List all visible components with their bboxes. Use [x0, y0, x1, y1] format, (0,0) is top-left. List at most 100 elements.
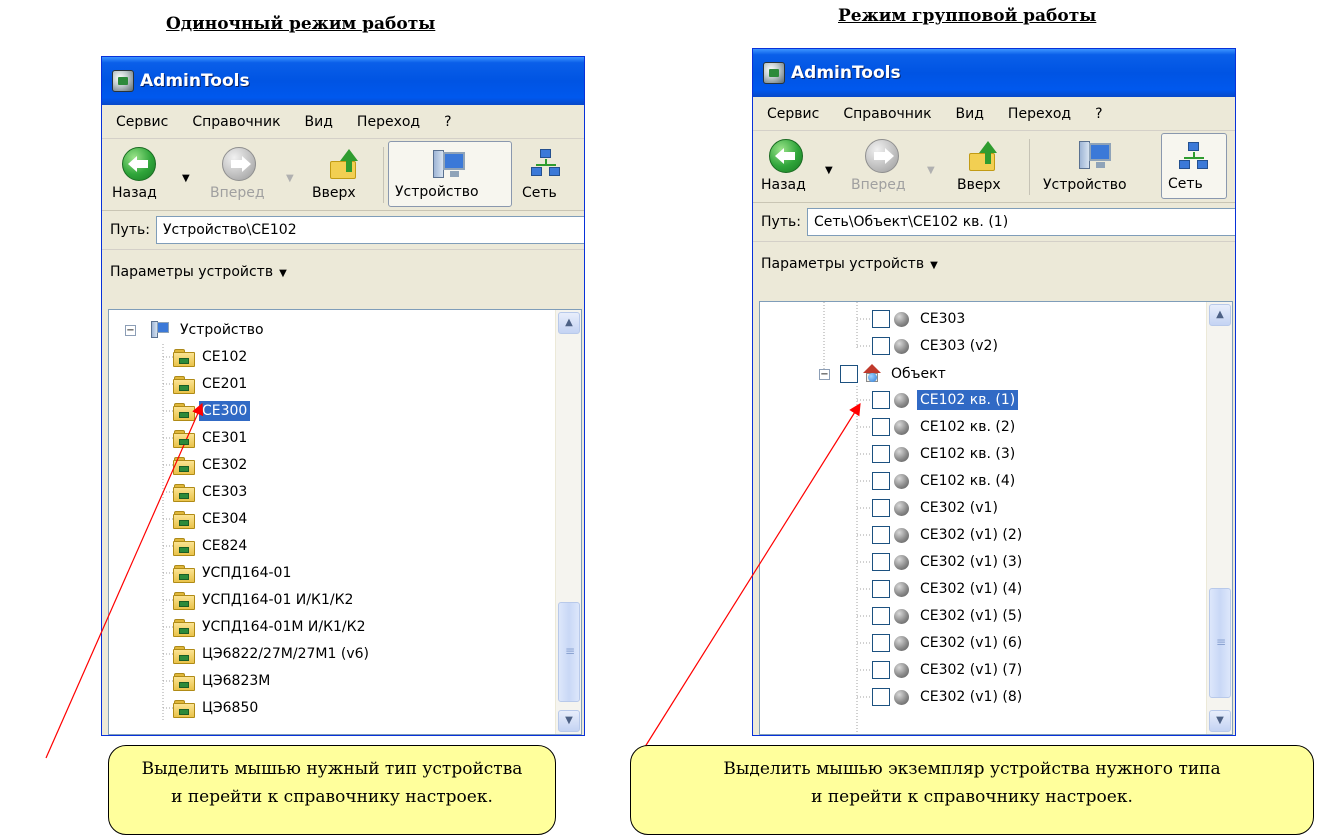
device-params-label: Параметры устройств: [761, 255, 925, 272]
tree-item[interactable]: CE302 (v1) (2): [872, 522, 1025, 548]
back-button[interactable]: Назад: [755, 133, 815, 199]
tree-item[interactable]: CE302 (v1) (4): [872, 576, 1025, 602]
scroll-down-icon[interactable]: ▼: [1209, 710, 1231, 732]
menu-go[interactable]: Переход: [1008, 106, 1071, 122]
menu-service[interactable]: Сервис: [767, 106, 819, 122]
item-checkbox[interactable]: [872, 634, 890, 652]
path-input[interactable]: Устройство\CE102: [155, 216, 584, 244]
tree-item[interactable]: CE102 кв. (3): [872, 441, 1018, 467]
network-button[interactable]: Сеть: [1161, 133, 1227, 199]
heading-group-mode: Режим групповой работы: [838, 6, 1097, 26]
tree-item[interactable]: ЦЭ6850: [173, 695, 261, 721]
tree-item-label: CE102 кв. (1): [917, 390, 1019, 410]
item-checkbox[interactable]: [872, 607, 890, 625]
collapse-icon[interactable]: −: [125, 325, 136, 336]
tree-item[interactable]: ЦЭ6823М: [173, 668, 273, 694]
item-checkbox[interactable]: [872, 445, 890, 463]
menu-view[interactable]: Вид: [305, 114, 333, 130]
menu-service[interactable]: Сервис: [116, 114, 168, 130]
item-checkbox[interactable]: [872, 580, 890, 598]
tree-item-label: CE302 (v1) (5): [920, 608, 1023, 624]
tree-item[interactable]: CE302 (v1) (3): [872, 549, 1025, 575]
scroll-down-icon[interactable]: ▼: [558, 710, 580, 732]
forward-dropdown-icon[interactable]: ▼: [286, 173, 294, 184]
item-checkbox[interactable]: [872, 499, 890, 517]
device-button[interactable]: Устройство: [388, 141, 512, 207]
path-label: Путь:: [110, 222, 150, 238]
tree-item[interactable]: CE102 кв. (1): [872, 387, 1019, 413]
device-params-dropdown[interactable]: Параметры устройств ▼: [110, 264, 287, 280]
tree-item[interactable]: CE201: [173, 371, 250, 397]
tree-item[interactable]: CE301: [173, 425, 250, 451]
device-button[interactable]: Устройство: [1037, 133, 1157, 199]
titlebar[interactable]: AdminTools: [753, 49, 1235, 97]
scrollbar[interactable]: ▲ ▼: [1206, 302, 1232, 734]
collapse-icon[interactable]: −: [819, 369, 830, 380]
forward-button[interactable]: Вперед: [845, 133, 915, 199]
up-button[interactable]: Вверх: [945, 133, 1021, 199]
item-checkbox[interactable]: [872, 337, 890, 355]
back-button[interactable]: Назад: [104, 141, 164, 207]
item-checkbox[interactable]: [872, 661, 890, 679]
device-status-icon: [894, 554, 909, 570]
menu-view[interactable]: Вид: [956, 106, 984, 122]
tree-item-label: CE102 кв. (2): [920, 419, 1016, 435]
menu-reference[interactable]: Справочник: [843, 106, 931, 122]
tree-item[interactable]: CE102 кв. (4): [872, 468, 1018, 494]
device-params-dropdown[interactable]: Параметры устройств ▼: [761, 256, 938, 272]
item-checkbox[interactable]: [872, 391, 890, 409]
tree-item[interactable]: CE102: [173, 344, 250, 370]
tree-item[interactable]: CE302 (v1) (6): [872, 630, 1025, 656]
back-dropdown-icon[interactable]: ▼: [825, 165, 833, 176]
tree-item[interactable]: CE303: [872, 306, 968, 332]
item-checkbox[interactable]: [872, 310, 890, 328]
scroll-thumb[interactable]: [1209, 588, 1231, 698]
tree-item[interactable]: CE302: [173, 452, 250, 478]
scroll-thumb[interactable]: [558, 602, 580, 702]
tree-item[interactable]: УСПД164-01М И/К1/К2: [173, 614, 369, 640]
tree-item[interactable]: CE300: [173, 398, 251, 424]
menu-help[interactable]: ?: [444, 114, 451, 130]
device-status-icon: [894, 689, 909, 705]
up-button[interactable]: Вверх: [306, 141, 382, 207]
tree-item[interactable]: CE302 (v1) (8): [872, 684, 1025, 710]
tree-item[interactable]: CE302 (v1) (5): [872, 603, 1025, 629]
tree-group-object[interactable]: Объект: [840, 361, 949, 387]
path-input[interactable]: Сеть\Объект\CE102 кв. (1): [806, 208, 1235, 236]
tree-item[interactable]: CE303: [173, 479, 250, 505]
tree-item[interactable]: УСПД164-01: [173, 560, 294, 586]
network-button[interactable]: Сеть: [516, 141, 580, 207]
tree-item-label: CE102: [202, 349, 248, 365]
titlebar[interactable]: AdminTools: [102, 57, 584, 105]
tree-item[interactable]: УСПД164-01 И/К1/К2: [173, 587, 356, 613]
back-dropdown-icon[interactable]: ▼: [182, 173, 190, 184]
item-checkbox[interactable]: [872, 553, 890, 571]
forward-button[interactable]: Вперед: [202, 141, 274, 207]
chevron-down-icon: ▼: [279, 267, 287, 279]
toolbar-separator: [1029, 139, 1030, 195]
scrollbar[interactable]: ▲ ▼: [555, 310, 581, 734]
tree-item[interactable]: ЦЭ6822/27М/27М1 (v6): [173, 641, 372, 667]
forward-arrow-icon: [222, 147, 256, 181]
item-checkbox[interactable]: [872, 472, 890, 490]
item-checkbox[interactable]: [872, 688, 890, 706]
tree-item[interactable]: CE102 кв. (2): [872, 414, 1018, 440]
tree-root-device[interactable]: Устройство: [149, 317, 267, 343]
tree-item[interactable]: CE304: [173, 506, 250, 532]
tree-item[interactable]: CE303 (v2): [872, 333, 1001, 359]
back-arrow-icon: [769, 139, 803, 173]
computer-icon: [1075, 139, 1115, 173]
menu-go[interactable]: Переход: [357, 114, 420, 130]
item-checkbox[interactable]: [872, 526, 890, 544]
tree-item[interactable]: CE824: [173, 533, 250, 559]
object-checkbox[interactable]: [840, 365, 858, 383]
tree-item[interactable]: CE302 (v1) (7): [872, 657, 1025, 683]
tree-item[interactable]: CE302 (v1): [872, 495, 1001, 521]
scroll-up-icon[interactable]: ▲: [1209, 304, 1231, 326]
tree-item-label: CE302 (v1) (6): [920, 635, 1023, 651]
forward-dropdown-icon[interactable]: ▼: [927, 165, 935, 176]
menu-help[interactable]: ?: [1095, 106, 1102, 122]
item-checkbox[interactable]: [872, 418, 890, 436]
menu-reference[interactable]: Справочник: [192, 114, 280, 130]
scroll-up-icon[interactable]: ▲: [558, 312, 580, 334]
